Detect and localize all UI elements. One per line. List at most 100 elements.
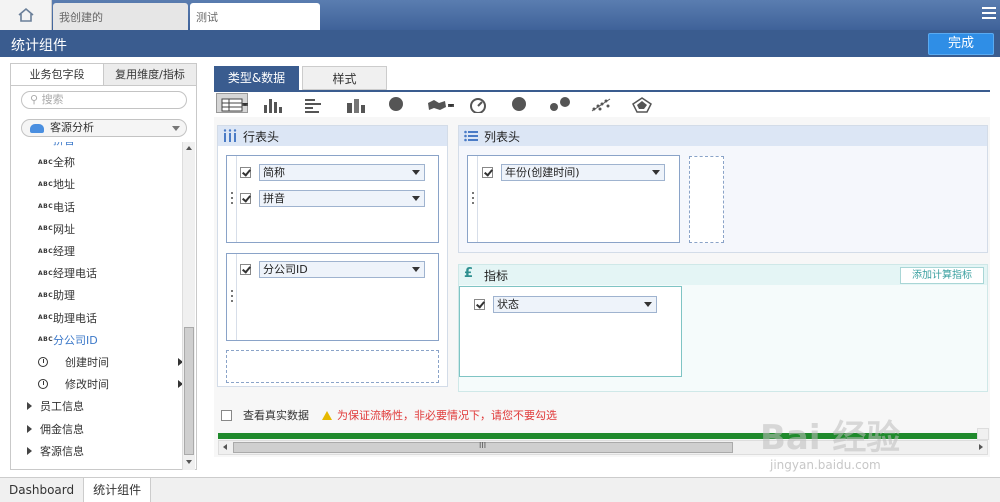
row-drop-zone[interactable]	[226, 350, 439, 383]
field-group[interactable]: 佣金信息	[11, 417, 183, 439]
text-type-icon: ABC	[38, 180, 54, 188]
field-item[interactable]: ABC 经理	[11, 240, 183, 262]
map-icon[interactable]	[421, 93, 454, 113]
tab-style[interactable]: 样式	[302, 66, 387, 90]
column-drop-zone[interactable]	[689, 156, 724, 243]
field-label: 电话	[53, 200, 75, 214]
field-list-scrollbar[interactable]	[182, 142, 195, 470]
search-placeholder: 搜索	[41, 93, 64, 106]
drag-handle[interactable]	[227, 156, 237, 242]
tab-reuse-dimensions[interactable]: 复用维度/指标	[103, 64, 196, 85]
vertical-scroll-button[interactable]	[977, 428, 989, 440]
text-type-icon: ABC	[11, 142, 53, 144]
field-item[interactable]: ABC 拼音	[11, 142, 183, 151]
field-checkbox[interactable]	[240, 264, 251, 275]
bar-chart-icon[interactable]	[257, 93, 289, 113]
field-label: 助理电话	[53, 311, 97, 325]
expand-arrow-icon	[27, 424, 32, 433]
dimension-field[interactable]: 简称	[240, 164, 425, 181]
home-button[interactable]	[0, 0, 52, 30]
bubble-chart-icon[interactable]	[544, 93, 576, 113]
scroll-right-icon[interactable]	[979, 444, 983, 450]
field-item[interactable]: ABC 全称	[11, 151, 183, 173]
field-combo[interactable]: 拼音	[259, 190, 425, 207]
pie-chart-icon[interactable]	[380, 93, 412, 113]
done-button[interactable]: 完成	[928, 33, 994, 55]
field-item[interactable]: 创建时间	[11, 351, 183, 373]
package-select[interactable]: 客源分析	[21, 119, 187, 137]
horizontal-bar-icon[interactable]	[298, 93, 330, 113]
drag-handle[interactable]	[227, 254, 237, 340]
tab-type-data[interactable]: 类型&数据	[214, 66, 299, 90]
field-group[interactable]: 客源信息	[11, 440, 183, 462]
tab-test[interactable]: 测试	[190, 3, 320, 30]
search-input[interactable]: ⚲ 搜索	[21, 91, 187, 109]
dimension-field[interactable]: 年份(创建时间)	[482, 164, 665, 181]
scroll-thumb[interactable]	[184, 327, 194, 455]
chevron-down-icon	[412, 170, 420, 175]
tab-my-created[interactable]: 我创建的	[53, 3, 188, 30]
stacked-bar-icon[interactable]	[339, 93, 371, 113]
table-icon[interactable]	[216, 93, 248, 113]
chevron-down-icon	[448, 104, 454, 107]
field-item[interactable]: ABC 分公司ID	[11, 329, 183, 351]
text-type-icon: ABC	[38, 225, 54, 233]
tab-dashboard[interactable]: Dashboard	[0, 478, 85, 502]
dimension-field[interactable]: 拼音	[240, 190, 425, 207]
add-calculated-indicator-button[interactable]: 添加计算指标	[900, 267, 984, 284]
scatter-chart-icon[interactable]	[585, 93, 617, 113]
field-item[interactable]: ABC 网址	[11, 218, 183, 240]
text-type-icon: ABC	[38, 269, 54, 277]
field-item[interactable]: ABC 助理电话	[11, 307, 183, 329]
radar-chart-icon[interactable]	[626, 93, 658, 113]
warning-text: 为保证流畅性，非必要情况下，请您不要勾选	[337, 409, 557, 422]
scroll-left-icon[interactable]	[223, 444, 227, 450]
donut-chart-icon[interactable]	[503, 93, 535, 113]
tab-package-fields[interactable]: 业务包字段	[11, 64, 103, 85]
field-item[interactable]: ABC 助理	[11, 284, 183, 306]
field-group[interactable]: 员工信息	[11, 395, 183, 417]
scroll-down-icon[interactable]	[186, 460, 192, 464]
expand-arrow-icon	[27, 402, 32, 411]
column-header-title: 列表头	[484, 129, 521, 144]
group-label: 员工信息	[40, 400, 84, 414]
expand-arrow-icon	[27, 446, 32, 455]
field-checkbox[interactable]	[240, 193, 251, 204]
indicator-icon: £	[464, 266, 474, 281]
field-item[interactable]: ABC 经理电话	[11, 262, 183, 284]
row-header-head: 行表头	[218, 126, 447, 146]
field-label: 分公司ID	[53, 333, 98, 347]
field-checkbox[interactable]	[474, 299, 485, 310]
field-combo[interactable]: 分公司ID	[259, 261, 425, 278]
main-tabs: 类型&数据 样式	[214, 66, 390, 90]
field-checkbox[interactable]	[482, 167, 493, 178]
top-tab-bar: 我创建的 测试	[0, 0, 1000, 30]
watermark-logo: Bai 经验	[760, 418, 901, 458]
field-item[interactable]: ABC 地址	[11, 173, 183, 195]
indicator-field[interactable]: 状态	[474, 296, 657, 313]
field-checkbox[interactable]	[240, 167, 251, 178]
scroll-thumb[interactable]: III	[233, 441, 733, 453]
menu-icon[interactable]	[982, 7, 996, 22]
real-data-checkbox[interactable]	[221, 409, 232, 421]
field-item[interactable]: ABC 电话	[11, 196, 183, 218]
warning-icon	[322, 410, 332, 420]
text-type-icon: ABC	[38, 203, 54, 211]
scroll-up-icon[interactable]	[186, 146, 192, 150]
field-label: 经理电话	[53, 267, 97, 281]
gauge-icon[interactable]	[462, 93, 494, 113]
tab-stat-component[interactable]: 统计组件	[84, 478, 152, 502]
drag-handle[interactable]	[468, 156, 478, 242]
chevron-down-icon	[172, 126, 180, 131]
field-combo[interactable]: 年份(创建时间)	[501, 164, 665, 181]
chevron-down-icon	[652, 170, 660, 175]
field-label: 拼音	[53, 142, 75, 148]
field-combo[interactable]: 状态	[493, 296, 657, 313]
field-label: 创建时间	[65, 355, 109, 369]
dimension-field[interactable]: 分公司ID	[240, 261, 425, 278]
field-combo[interactable]: 简称	[259, 164, 425, 181]
field-item[interactable]: 修改时间	[11, 373, 183, 395]
page-title: 统计组件	[11, 38, 67, 54]
field-label: 网址	[53, 222, 75, 236]
chevron-down-icon	[412, 267, 420, 272]
